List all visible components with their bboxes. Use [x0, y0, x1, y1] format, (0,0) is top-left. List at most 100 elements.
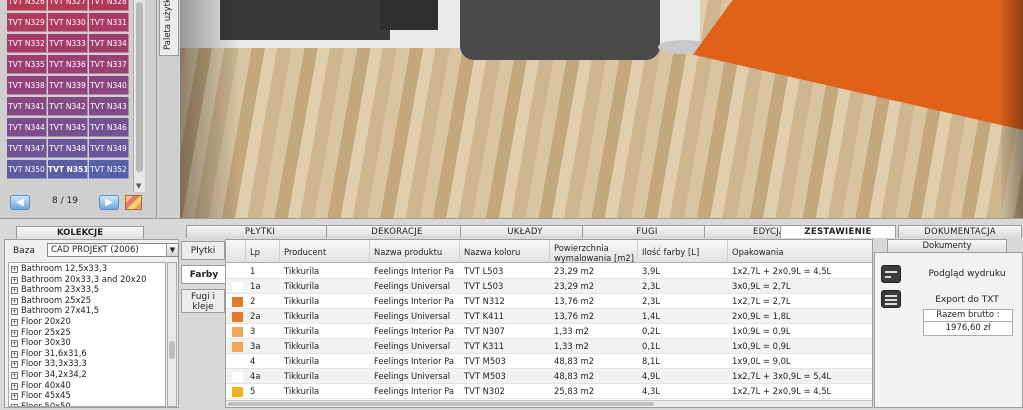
color-swatch[interactable]: TVT N345 — [48, 118, 88, 137]
expand-icon[interactable]: + — [11, 266, 18, 273]
column-header-lp[interactable]: Lp — [246, 240, 280, 263]
color-swatch[interactable]: TVT N350 — [7, 160, 47, 179]
expand-icon[interactable]: + — [11, 371, 18, 379]
expand-icon[interactable]: + — [11, 403, 18, 406]
tree-item[interactable]: + Floor 25x25 — [9, 327, 165, 338]
previous-page-button[interactable]: ◀ — [10, 195, 30, 210]
color-swatch[interactable]: TVT N335 — [7, 55, 47, 74]
column-header-opakowania[interactable]: Opakowania — [728, 240, 872, 263]
tab-zestawienie[interactable]: ZESTAWIENIE — [780, 225, 896, 238]
tab-dekoracje[interactable]: DEKORACJE — [326, 225, 468, 238]
palette-grid-icon[interactable] — [125, 195, 142, 210]
user-palette-tab[interactable]: Paleta użytk — [159, 0, 179, 56]
color-swatch[interactable]: TVT N328 — [89, 0, 129, 11]
print-preview-button[interactable]: Podgląd wydruku — [915, 269, 1019, 279]
subtab-fugi-kleje[interactable]: Fugi i kleje — [181, 289, 225, 313]
room-3d-view[interactable] — [180, 0, 1023, 218]
expand-icon[interactable]: + — [11, 329, 18, 337]
color-swatch[interactable]: TVT N333 — [48, 34, 88, 53]
tree-item[interactable]: + Bathroom 12,5x33,3 — [9, 263, 165, 274]
color-swatch[interactable]: TVT N349 — [89, 139, 129, 158]
column-header-ilosc-farby[interactable]: Ilość farby [L] — [638, 240, 728, 263]
color-swatch[interactable]: TVT N348 — [48, 139, 88, 158]
expand-icon[interactable]: + — [11, 382, 18, 390]
database-select[interactable]: CAD PROJEKT (2006) ▼ — [47, 243, 179, 257]
palette-scrollbar-thumb[interactable] — [136, 2, 143, 172]
color-swatch[interactable]: TVT N342 — [48, 97, 88, 116]
expand-icon[interactable]: + — [11, 297, 18, 305]
tab-plytki[interactable]: PŁYTKI — [186, 225, 334, 238]
tree-item[interactable]: + Floor 34,2x34,2 — [9, 369, 165, 380]
color-swatch[interactable]: TVT N327 — [48, 0, 88, 11]
color-swatch[interactable]: TVT N329 — [7, 13, 47, 32]
color-swatch[interactable]: TVT N338 — [7, 76, 47, 95]
color-swatch[interactable]: TVT N330 — [48, 13, 88, 32]
export-txt-button[interactable]: Export do TXT — [915, 295, 1019, 305]
column-header-producent[interactable]: Producent — [280, 240, 370, 263]
color-swatch[interactable]: TVT N347 — [7, 139, 47, 158]
color-swatch[interactable]: TVT N339 — [48, 76, 88, 95]
color-swatch[interactable]: TVT N337 — [89, 55, 129, 74]
color-swatch[interactable]: TVT N332 — [7, 34, 47, 53]
print-preview-icon[interactable] — [881, 265, 901, 283]
expand-icon[interactable]: + — [11, 276, 18, 284]
tab-fugi[interactable]: FUGI — [582, 225, 712, 238]
tab-dokumenty[interactable]: Dokumenty — [887, 239, 1007, 252]
expand-icon[interactable]: + — [11, 361, 18, 369]
table-row[interactable]: 4a Tikkurila Feelings Universal TVT M503 48,… — [226, 369, 872, 384]
column-header-nazwa-produktu[interactable]: Nazwa produktu — [370, 240, 460, 263]
table-row[interactable]: 1a Tikkurila Feelings Universal TVT L503 23,… — [226, 279, 872, 294]
export-txt-icon[interactable] — [881, 290, 901, 308]
tree-item[interactable]: + Floor 45x45 — [9, 390, 165, 401]
tree-item[interactable]: + Floor 20x20 — [9, 316, 165, 327]
tree-item[interactable]: +Floor 50x50 — [9, 401, 165, 406]
tab-uklady[interactable]: UKŁADY — [460, 225, 590, 238]
tree-scrollbar-thumb[interactable] — [169, 341, 175, 359]
tree-item[interactable]: + Floor 31,6x31,6 — [9, 348, 165, 359]
tree-item[interactable]: + Bathroom 23x33,5 — [9, 284, 165, 295]
expand-icon[interactable]: + — [11, 318, 18, 326]
tree-item[interactable]: + Bathroom 20x33,3 and 20x20 — [9, 274, 165, 285]
subtab-plytki[interactable]: Płytki — [181, 241, 225, 260]
expand-icon[interactable]: + — [11, 340, 18, 348]
color-swatch[interactable]: TVT N344 — [7, 118, 47, 137]
color-swatch[interactable]: TVT N331 — [89, 13, 129, 32]
color-swatch[interactable]: TVT N346 — [89, 118, 129, 137]
color-swatch[interactable]: TVT N336 — [48, 55, 88, 74]
next-page-button[interactable]: ▶ — [99, 195, 119, 210]
table-row[interactable]: 4 Tikkurila Feelings Interior Pa TVT M503 48… — [226, 354, 872, 369]
color-swatch[interactable]: TVT N334 — [89, 34, 129, 53]
palette-scrollbar[interactable]: ▼ — [133, 0, 145, 192]
tab-kolekcje[interactable]: KOLEKCJE — [16, 226, 144, 239]
expand-icon[interactable]: + — [11, 287, 18, 295]
tree-item[interactable]: + Floor 30x30 — [9, 337, 165, 348]
table-horizontal-scrollbar[interactable] — [226, 400, 872, 407]
table-scrollbar-thumb[interactable] — [228, 402, 654, 406]
column-header-powierzchnia[interactable]: Powierzchnia wymalowania [m2] — [550, 240, 638, 263]
tree-item[interactable]: + Floor 40x40 — [9, 380, 165, 391]
chevron-down-icon[interactable]: ▼ — [166, 244, 178, 256]
tree-item[interactable]: + Bathroom 25x25 — [9, 295, 165, 306]
scroll-down-arrow-icon[interactable]: ▼ — [136, 182, 141, 190]
column-header-nazwa-koloru[interactable]: Nazwa koloru — [460, 240, 550, 263]
color-swatch[interactable]: TVT N340 — [89, 76, 129, 95]
tree-scrollbar[interactable] — [167, 262, 177, 407]
color-swatch[interactable]: TVT N351 — [48, 160, 88, 179]
color-swatch[interactable]: TVT N341 — [7, 97, 47, 116]
table-row[interactable]: 1 Tikkurila Feelings Interior Pa TVT L503 23… — [226, 264, 872, 279]
color-swatch[interactable]: TVT N326 — [7, 0, 47, 11]
expand-icon[interactable]: + — [11, 393, 18, 401]
tab-dokumentacja[interactable]: DOKUMENTACJA — [898, 225, 1022, 238]
table-row[interactable]: 3a Tikkurila Feelings Universal TVT K311 1,3… — [226, 339, 872, 354]
table-row[interactable]: 5 Tikkurila Feelings Interior Pa TVT N302 25… — [226, 384, 872, 399]
subtab-farby[interactable]: Farby — [181, 265, 226, 284]
table-row[interactable]: 3 Tikkurila Feelings Interior Pa TVT N307 1,… — [226, 324, 872, 339]
expand-icon[interactable]: + — [11, 350, 18, 358]
expand-icon[interactable]: + — [11, 308, 18, 316]
tree-item[interactable]: + Floor 33,3x33,3 — [9, 358, 165, 369]
table-row[interactable]: 2a Tikkurila Feelings Universal TVT K411 13,… — [226, 309, 872, 324]
color-swatch[interactable]: TVT N352 — [89, 160, 129, 179]
table-row[interactable]: 2 Tikkurila Feelings Interior Pa TVT N312 13… — [226, 294, 872, 309]
tree-item[interactable]: + Bathroom 27x41,5 — [9, 305, 165, 316]
color-swatch[interactable]: TVT N343 — [89, 97, 129, 116]
